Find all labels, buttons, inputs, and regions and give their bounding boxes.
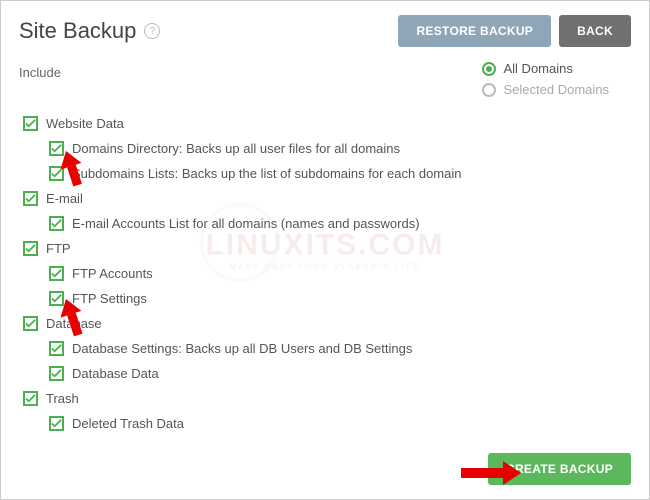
item-label: FTP Accounts [72, 266, 153, 281]
item-label: Database Data [72, 366, 159, 381]
checkbox-icon [49, 291, 64, 306]
radio-icon [482, 83, 496, 97]
item-label: Domains Directory: Backs up all user fil… [72, 141, 400, 156]
checkbox-icon [23, 116, 38, 131]
item-label: FTP [46, 241, 71, 256]
checkbox-email-accounts[interactable]: E-mail Accounts List for all domains (na… [49, 211, 631, 236]
radio-selected-domains[interactable]: Selected Domains [482, 82, 610, 97]
page-title: Site Backup [19, 18, 136, 44]
help-icon[interactable]: ? [144, 23, 160, 39]
item-label: E-mail [46, 191, 83, 206]
checkbox-email[interactable]: E-mail [23, 186, 631, 211]
backup-tree: Website Data Domains Directory: Backs up… [1, 107, 649, 436]
item-label: Deleted Trash Data [72, 416, 184, 431]
checkbox-icon [49, 341, 64, 356]
radio-all-domains[interactable]: All Domains [482, 61, 610, 76]
checkbox-database-settings[interactable]: Database Settings: Backs up all DB Users… [49, 336, 631, 361]
checkbox-icon [23, 191, 38, 206]
item-label: Database [46, 316, 102, 331]
item-label: E-mail Accounts List for all domains (na… [72, 216, 420, 231]
checkbox-subdomains-lists[interactable]: Subdomains Lists: Backs up the list of s… [49, 161, 631, 186]
radio-label: Selected Domains [504, 82, 610, 97]
checkbox-ftp[interactable]: FTP [23, 236, 631, 261]
checkbox-domains-directory[interactable]: Domains Directory: Backs up all user fil… [49, 136, 631, 161]
radio-icon [482, 62, 496, 76]
back-button[interactable]: BACK [559, 15, 631, 47]
checkbox-ftp-accounts[interactable]: FTP Accounts [49, 261, 631, 286]
checkbox-icon [49, 141, 64, 156]
checkbox-icon [49, 416, 64, 431]
create-backup-button[interactable]: CREATE BACKUP [488, 453, 631, 485]
restore-backup-button[interactable]: RESTORE BACKUP [398, 15, 551, 47]
checkbox-icon [49, 266, 64, 281]
item-label: FTP Settings [72, 291, 147, 306]
checkbox-icon [49, 216, 64, 231]
checkbox-trash[interactable]: Trash [23, 386, 631, 411]
item-label: Subdomains Lists: Backs up the list of s… [72, 166, 462, 181]
item-label: Database Settings: Backs up all DB Users… [72, 341, 412, 356]
checkbox-website-data[interactable]: Website Data [23, 111, 631, 136]
checkbox-icon [23, 241, 38, 256]
include-label: Include [19, 61, 61, 80]
checkbox-icon [49, 366, 64, 381]
checkbox-database-data[interactable]: Database Data [49, 361, 631, 386]
checkbox-icon [23, 391, 38, 406]
checkbox-icon [23, 316, 38, 331]
checkbox-icon [49, 166, 64, 181]
radio-label: All Domains [504, 61, 573, 76]
checkbox-database[interactable]: Database [23, 311, 631, 336]
checkbox-deleted-trash[interactable]: Deleted Trash Data [49, 411, 631, 436]
item-label: Website Data [46, 116, 124, 131]
item-label: Trash [46, 391, 79, 406]
checkbox-ftp-settings[interactable]: FTP Settings [49, 286, 631, 311]
